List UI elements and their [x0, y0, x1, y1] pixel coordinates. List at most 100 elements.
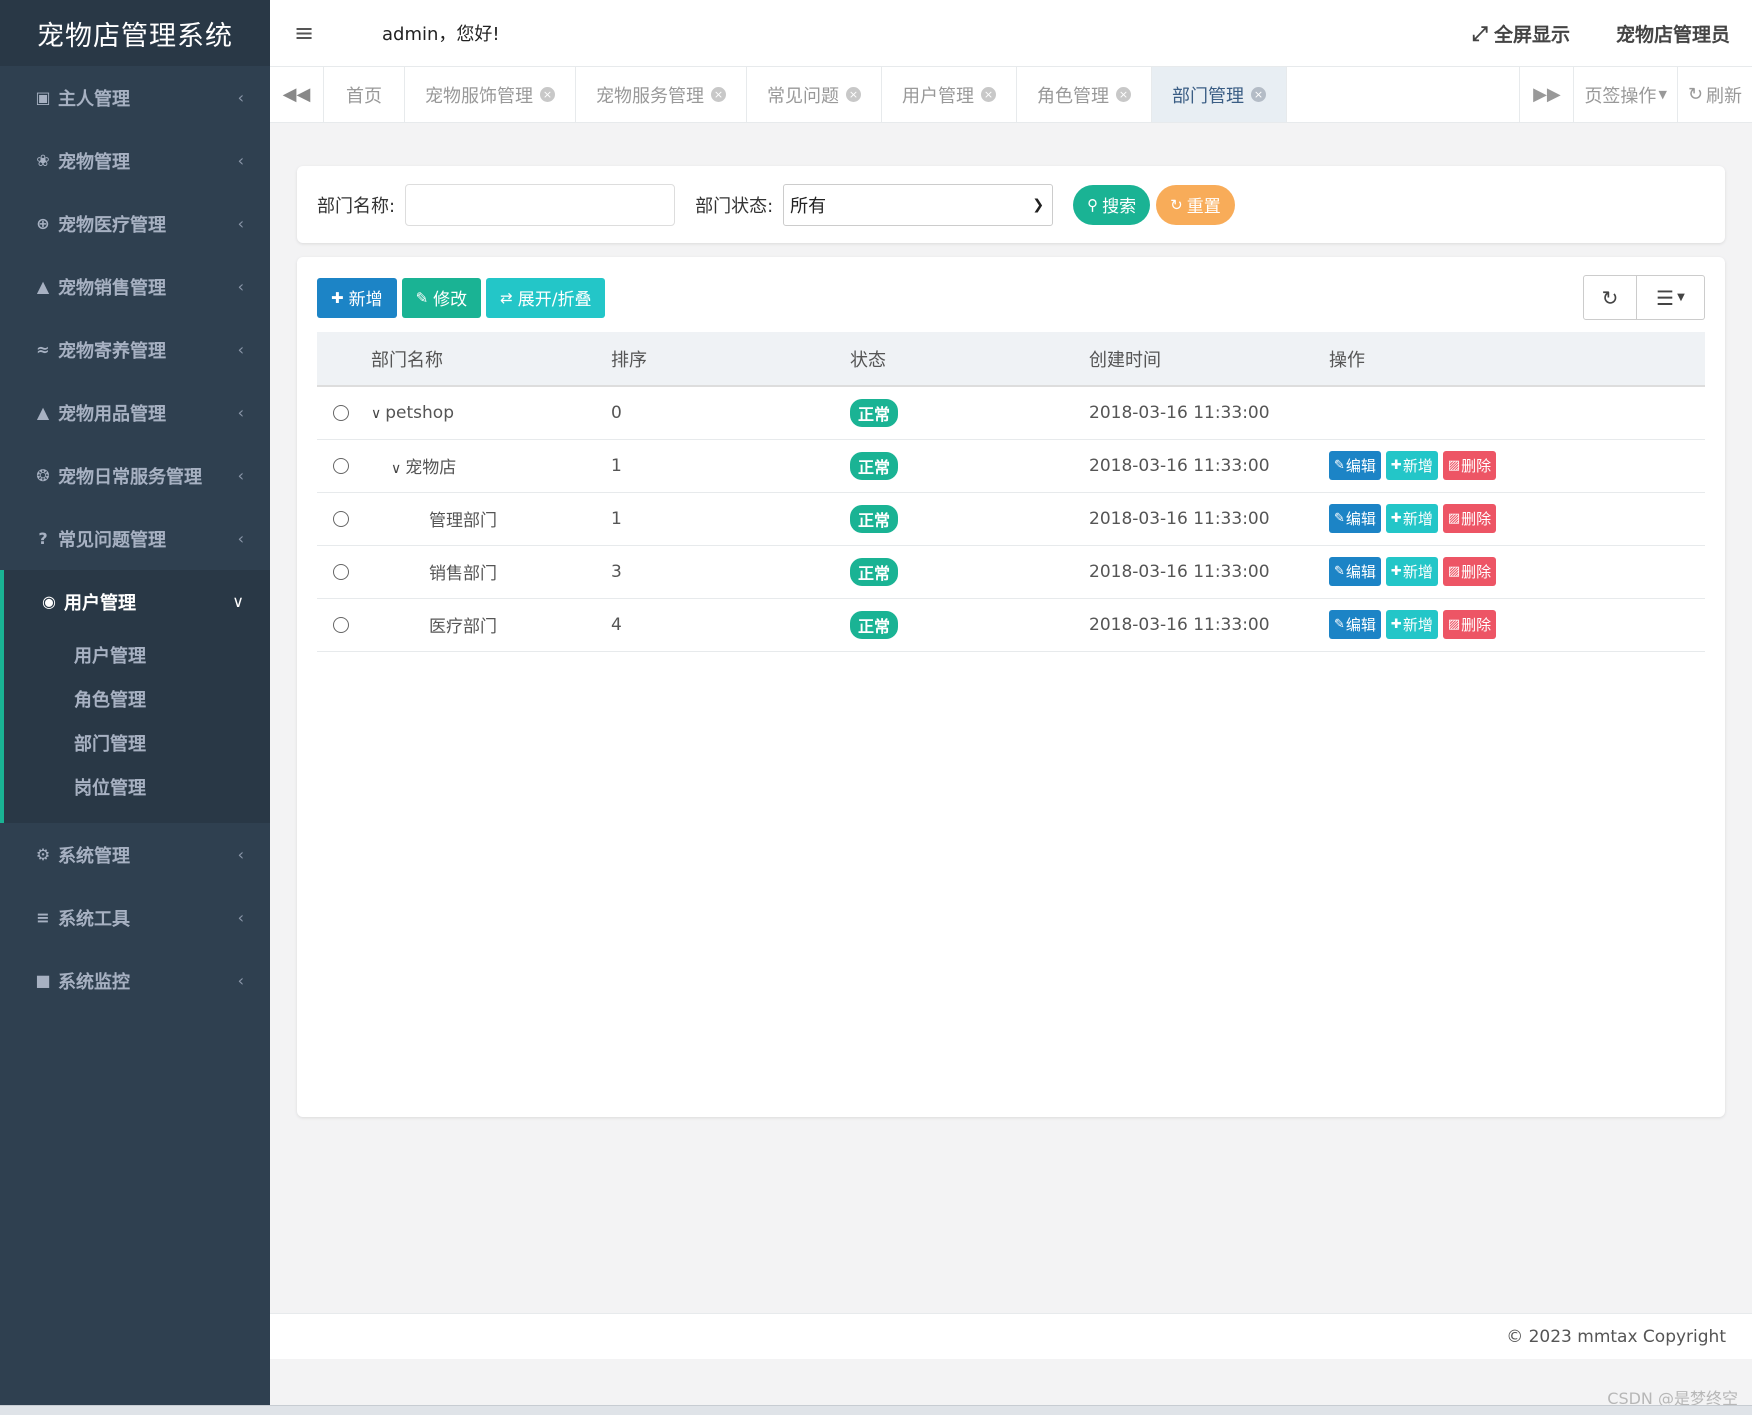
row-edit-button[interactable]: ✎ 编辑 [1329, 451, 1381, 480]
sidebar-item[interactable]: ? 常见问题管理 ‹ [0, 507, 270, 570]
menu-toggle-icon[interactable]: ≡ [274, 19, 334, 47]
close-icon[interactable]: × [711, 87, 726, 102]
row-select-radio[interactable] [333, 404, 349, 421]
row-delete-button[interactable]: ▨ 删除 [1442, 610, 1497, 639]
sidebar-group: ❀ 宠物管理 ‹ [0, 129, 270, 192]
refresh-label: 刷新 [1706, 85, 1742, 107]
sidebar-item[interactable]: ❂ 宠物日常服务管理 ‹ [0, 444, 270, 507]
column-header[interactable]: 状态 [850, 332, 1089, 387]
sidebar-item[interactable]: ▲ 宠物用品管理 ‹ [0, 381, 270, 444]
chevron-left-icon: ‹ [237, 845, 244, 864]
sidebar-subitem[interactable]: 角色管理 [4, 677, 270, 721]
row-select-radio[interactable] [333, 457, 349, 474]
sidebar-item-label: 宠物寄养管理 [58, 340, 166, 362]
sidebar-item-label: 宠物日常服务管理 [58, 466, 202, 488]
add-button[interactable]: ✚ 新增 [317, 277, 397, 318]
close-icon[interactable]: × [540, 87, 555, 102]
bell-icon: ▲ [36, 403, 50, 422]
sidebar-item[interactable]: ⊕ 宠物医疗管理 ‹ [0, 192, 270, 255]
row-edit-button[interactable]: ✎ 编辑 [1329, 557, 1381, 586]
row-add-button[interactable]: ✚ 新增 [1385, 451, 1438, 480]
search-icon: ⚲ [1087, 195, 1099, 214]
table-row[interactable]: 管理部门 1 正常 2018-03-16 11:33:00 ✎ 编辑 ✚ 新增 ▨ 删除 [317, 492, 1705, 546]
refresh-table-button[interactable]: ↻ [1583, 275, 1637, 320]
edit-button[interactable]: ✎ 修改 [401, 277, 482, 318]
row-delete-button[interactable]: ▨ 删除 [1442, 504, 1497, 533]
tabs-scroll-left-button[interactable]: ◀◀ [270, 67, 324, 122]
dept-name-input[interactable] [405, 183, 676, 226]
page-tab[interactable]: 宠物服饰管理 × [405, 67, 576, 122]
expand-collapse-button[interactable]: ⇄ 展开/折叠 [486, 277, 606, 318]
user-role-menu[interactable]: 宠物店管理员 [1616, 20, 1730, 47]
page-tab-label: 用户管理 [902, 85, 974, 107]
tab-operations-dropdown[interactable]: 页签操作 ▼ [1573, 67, 1676, 122]
sidebar-group: ≡ 系统工具 ‹ [0, 886, 270, 949]
created-time: 2018-03-16 11:33:00 [1089, 545, 1329, 599]
chevron-down-icon[interactable]: ∨ [391, 461, 401, 477]
app-title: 宠物店管理系统 [0, 0, 270, 66]
page-tab[interactable]: 常见问题 × [747, 67, 882, 122]
table-row[interactable]: 医疗部门 4 正常 2018-03-16 11:33:00 ✎ 编辑 ✚ 新增 ▨ 删除 [317, 598, 1705, 652]
page-tab[interactable]: 宠物服务管理 × [576, 67, 747, 122]
sidebar-item[interactable]: ◉ 用户管理 ∨ [4, 570, 270, 633]
column-header[interactable]: 部门名称 [371, 332, 611, 387]
chevron-down-icon[interactable]: ∨ [371, 406, 381, 422]
sidebar-group: ▲ 宠物销售管理 ‹ [0, 255, 270, 318]
columns-toggle-button[interactable]: ☰ ▼ [1637, 275, 1705, 320]
page-tab[interactable]: 用户管理 × [882, 67, 1017, 122]
sidebar-item[interactable]: ■ 系统监控 ‹ [0, 949, 270, 1012]
bell-icon: ▲ [36, 277, 50, 296]
sidebar-subitem[interactable]: 部门管理 [4, 721, 270, 765]
row-delete-button[interactable]: ▨ 删除 [1442, 557, 1497, 586]
close-icon[interactable]: × [981, 87, 996, 102]
sidebar-item[interactable]: ❀ 宠物管理 ‹ [0, 129, 270, 192]
id-card-icon: ▣ [35, 88, 51, 107]
list-icon: ☰ [1656, 285, 1675, 310]
sidebar-item[interactable]: ▲ 宠物销售管理 ‹ [0, 255, 270, 318]
sidebar-item[interactable]: ⚙ 系统管理 ‹ [0, 823, 270, 886]
row-add-button[interactable]: ✚ 新增 [1385, 504, 1438, 533]
column-header[interactable]: 创建时间 [1089, 332, 1329, 387]
table-row[interactable]: 销售部门 3 正常 2018-03-16 11:33:00 ✎ 编辑 ✚ 新增 ▨ 删除 [317, 545, 1705, 599]
row-delete-button[interactable]: ▨ 删除 [1442, 451, 1497, 480]
close-icon[interactable]: × [846, 87, 861, 102]
row-edit-label: 编辑 [1345, 616, 1376, 634]
fullscreen-button[interactable]: ⤢ 全屏显示 [1472, 20, 1570, 47]
refresh-tab-button[interactable]: ↻ 刷新 [1676, 67, 1752, 122]
chevron-left-icon: ‹ [237, 971, 244, 990]
close-icon[interactable]: × [1251, 87, 1266, 102]
row-select-radio[interactable] [333, 563, 349, 580]
sidebar-subitem[interactable]: 用户管理 [4, 633, 270, 677]
dept-order: 4 [611, 598, 850, 652]
sidebar-group: ❂ 宠物日常服务管理 ‹ [0, 444, 270, 507]
search-button[interactable]: ⚲ 搜索 [1073, 184, 1151, 225]
chevron-left-icon: ‹ [237, 529, 244, 548]
tab-home[interactable]: 首页 [324, 67, 405, 122]
sidebar-item[interactable]: ≡ 系统工具 ‹ [0, 886, 270, 949]
table-row[interactable]: ∨ petshop 0 正常 2018-03-16 11:33:00 [317, 386, 1705, 440]
reset-button[interactable]: ↻ 重置 [1156, 184, 1235, 225]
user-greeting: admin，您好! [382, 24, 500, 45]
row-select-radio[interactable] [333, 510, 349, 527]
row-edit-label: 编辑 [1345, 563, 1376, 581]
row-edit-button[interactable]: ✎ 编辑 [1329, 610, 1381, 639]
row-add-button[interactable]: ✚ 新增 [1385, 557, 1438, 586]
table-body: ∨ petshop 0 正常 2018-03-16 11:33:00 ∨ 宠物店 1 正常 201… [317, 386, 1705, 652]
refresh-icon: ↻ [1170, 195, 1183, 214]
page-tab[interactable]: 角色管理 × [1017, 67, 1152, 122]
chevron-left-icon: ‹ [237, 277, 244, 296]
dept-status-select[interactable]: 所有 ❯ [783, 183, 1054, 226]
sidebar-subitem[interactable]: 岗位管理 [4, 765, 270, 809]
tabs-scroll-right-button[interactable]: ▶▶ [1519, 67, 1573, 122]
chevron-left-icon: ‹ [237, 88, 244, 107]
row-edit-button[interactable]: ✎ 编辑 [1329, 504, 1381, 533]
sidebar-item[interactable]: ▣ 主人管理 ‹ [0, 66, 270, 129]
close-icon[interactable]: × [1116, 87, 1131, 102]
page-tab[interactable]: 部门管理 × [1152, 67, 1287, 122]
row-select-radio[interactable] [333, 616, 349, 633]
row-add-button[interactable]: ✚ 新增 [1385, 610, 1438, 639]
page-tabs: 首页 宠物服饰管理 × 宠物服务管理 × 常见问题 × 用户管理 × 角色管理 × 部门管理 × [324, 67, 1519, 122]
sidebar-item[interactable]: ≈ 宠物寄养管理 ‹ [0, 318, 270, 381]
table-row[interactable]: ∨ 宠物店 1 正常 2018-03-16 11:33:00 ✎ 编辑 ✚ 新增 ▨ 删除 [317, 439, 1705, 493]
column-header[interactable]: 排序 [611, 332, 850, 387]
